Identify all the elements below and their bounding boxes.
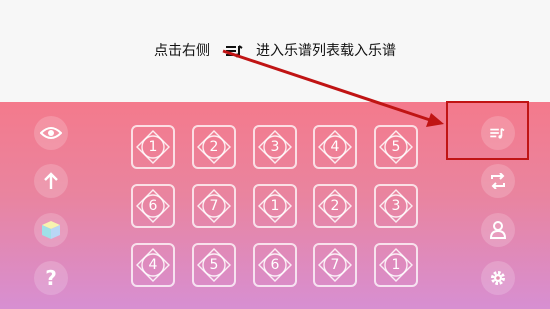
pointer-arrow [222,49,444,127]
